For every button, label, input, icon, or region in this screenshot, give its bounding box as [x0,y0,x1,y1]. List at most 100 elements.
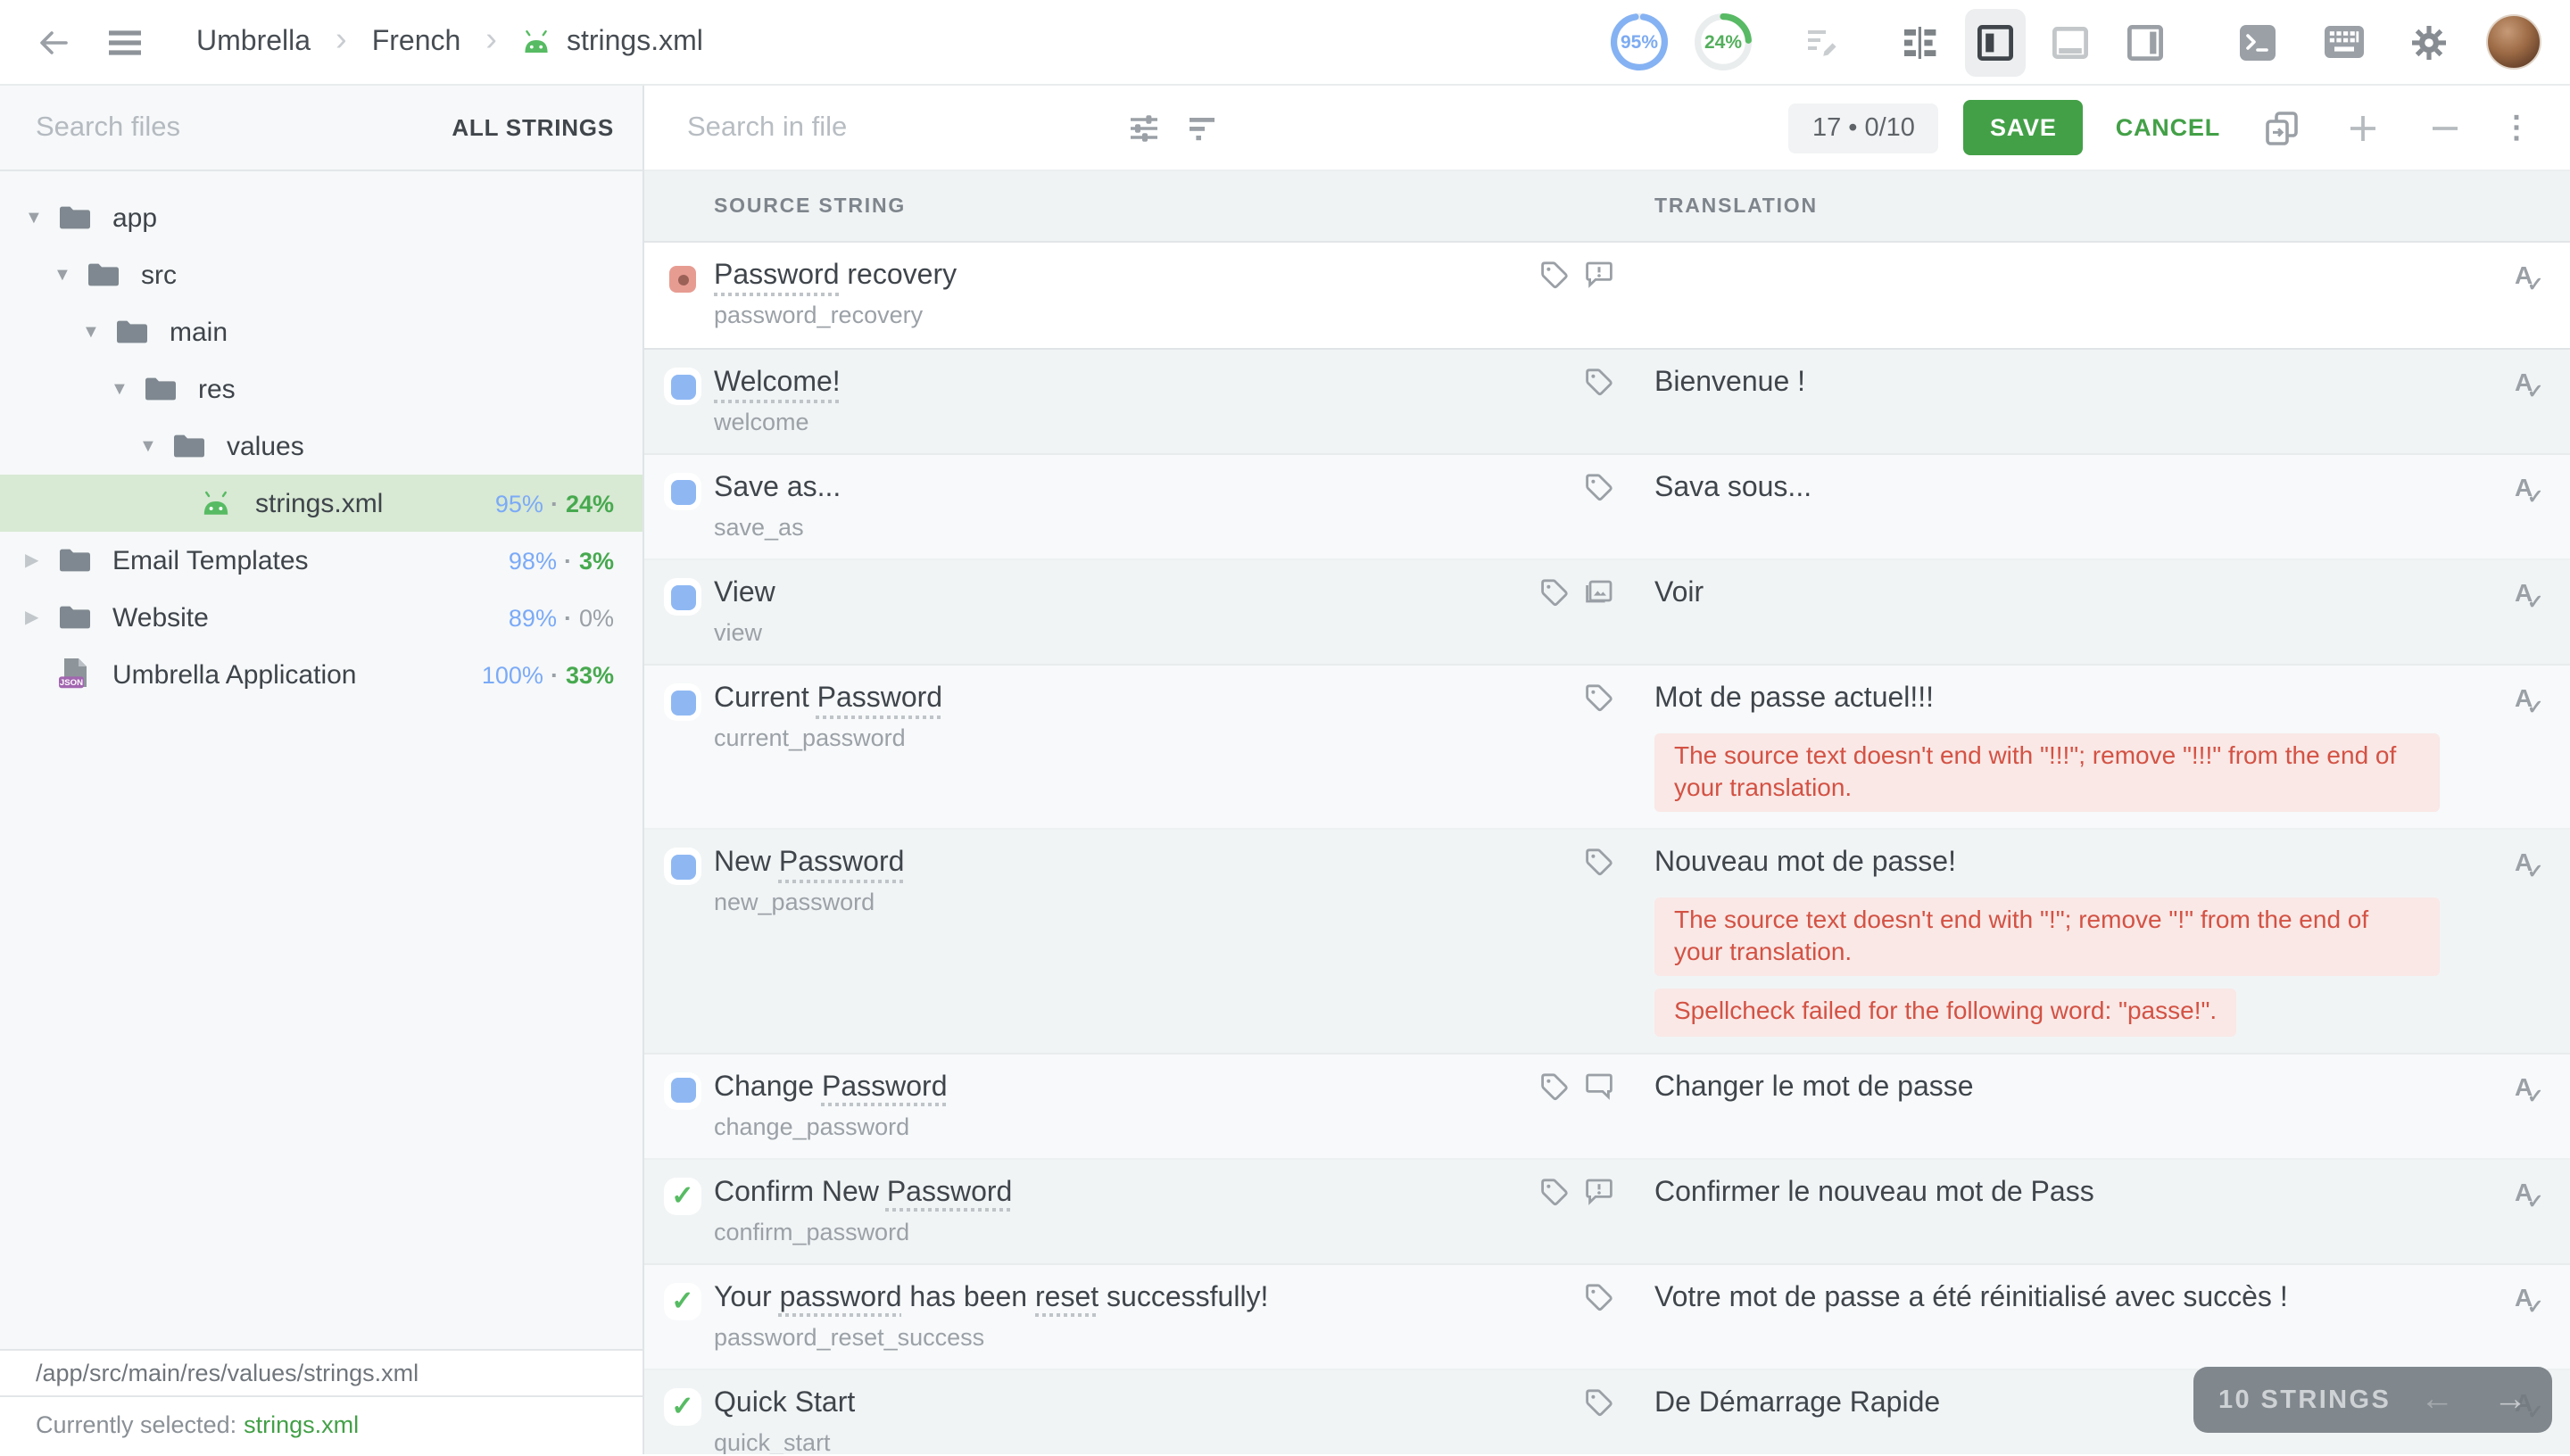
spellcheck-icon[interactable]: A✓ [2511,1071,2547,1107]
glossary-term[interactable]: Password [714,261,840,291]
view-mode-right-panel-button[interactable] [2115,8,2176,76]
glossary-term[interactable]: Password [887,1177,1013,1207]
right-panel-view-icon [2127,24,2163,60]
search-files-input[interactable] [36,112,452,144]
string-row-welcome[interactable]: Welcome! welcome Bienvenue ! A✓ [644,350,2570,455]
string-meta-icons [1476,1159,1654,1262]
next-page-button[interactable]: → [2493,1380,2527,1419]
translation-text[interactable]: Votre mot de passe a été réinitialisé av… [1654,1278,2490,1316]
console-button[interactable] [2229,13,2286,70]
translated-progress-ring[interactable]: 95% [1608,11,1670,73]
tree-item-src[interactable]: ▼src [0,246,642,303]
collapse-arrow-icon[interactable]: ▶ [25,608,57,627]
shortcuts-button[interactable] [2315,13,2372,70]
spellcheck-icon[interactable]: A✓ [2511,1177,2547,1212]
string-row-current_password[interactable]: Current Passwordcurrent_passwordMot de p… [644,666,2570,830]
search-settings-button[interactable] [1115,99,1173,156]
breadcrumb-file[interactable]: strings.xml [522,26,703,58]
string-row-new_password[interactable]: New Passwordnew_passwordNouveau mot de p… [644,830,2570,1054]
tree-item-res[interactable]: ▼res [0,360,642,418]
view-mode-bottom-panel-button[interactable] [2040,8,2101,76]
expand-arrow-icon[interactable]: ▼ [82,322,114,342]
previous-page-button[interactable]: ← [2420,1380,2454,1419]
breadcrumb-project[interactable]: Umbrella [196,26,311,58]
tree-item-app[interactable]: ▼app [0,189,642,246]
string-meta-icons [1476,1369,1654,1454]
collapse-arrow-icon[interactable]: ▶ [25,550,57,570]
expand-arrow-icon[interactable]: ▼ [139,436,171,456]
glossary-term[interactable]: Password [817,683,943,714]
string-meta-icons [1476,560,1654,664]
glossary-term[interactable]: Password [779,848,905,878]
draft-edit-button[interactable] [1794,13,1851,70]
back-button[interactable] [25,13,82,70]
translation-text[interactable]: Mot de passe actuel!!! [1654,680,2490,717]
zoom-out-button[interactable] [2417,99,2474,156]
folder-icon [86,261,121,289]
approved-progress-ring[interactable]: 24% [1692,11,1754,73]
bottom-panel-view-icon [2052,24,2088,60]
string-row-password_recovery[interactable]: Password recoverypassword_recoveryA✓ [644,243,2570,350]
view-mode-comfortable-button[interactable] [1890,8,1951,76]
source-string-text: Change Password [714,1068,1476,1105]
keyboard-icon [2323,25,2364,59]
source-string-text: Confirm New Password [714,1173,1476,1211]
filter-icon [1186,113,1216,142]
more-options-button[interactable]: ⋮ [2499,122,2534,133]
translation-text[interactable]: Nouveau mot de passe! [1654,844,2490,881]
user-avatar[interactable] [2486,14,2541,70]
tree-item-strings-xml[interactable]: strings.xml95%·24% [0,475,642,532]
settings-button[interactable] [2400,13,2458,70]
tree-item-label: main [170,317,228,347]
zoom-in-button[interactable] [2334,99,2392,156]
gear-icon [2409,22,2449,62]
expand-arrow-icon[interactable]: ▼ [25,208,57,228]
view-mode-side-by-side-button[interactable] [1965,8,2026,76]
cancel-button[interactable]: CANCEL [2109,100,2227,155]
spellcheck-icon[interactable]: A✓ [2511,1282,2547,1318]
translation-text[interactable]: Changer le mot de passe [1654,1068,2490,1105]
folder-icon [171,432,207,460]
translation-text[interactable]: Voir [1654,575,2490,612]
translation-text[interactable]: Sava sous... [1654,469,2490,507]
string-row-confirm_password[interactable]: ✓Confirm New Passwordconfirm_passwordCon… [644,1159,2570,1264]
glossary-term[interactable]: password [780,1282,902,1312]
tree-item-main[interactable]: ▼ main [0,303,642,360]
expand-arrow-icon[interactable]: ▼ [111,379,143,399]
breadcrumb-language[interactable]: French [372,26,461,58]
back-arrow-icon [36,24,71,60]
tree-item-website[interactable]: ▶Website89%·0% [0,589,642,646]
string-row-save_as[interactable]: Save as...save_asSava sous...A✓ [644,455,2570,560]
filter-strings-button[interactable] [1173,99,1230,156]
tree-item-email-templates[interactable]: ▶Email Templates98%·3% [0,532,642,589]
copy-source-button[interactable] [2252,99,2309,156]
glossary-term[interactable]: Password [822,1071,948,1102]
glossary-term[interactable]: reset [1035,1282,1098,1312]
spellcheck-icon[interactable]: A✓ [2511,578,2547,614]
tag-icon [1583,1280,1615,1312]
menu-button[interactable] [96,13,153,70]
spellcheck-icon[interactable]: A✓ [2511,848,2547,883]
search-in-file-input[interactable] [687,112,1115,144]
string-row-password_reset_success[interactable]: ✓Your password has been reset successful… [644,1264,2570,1369]
glossary-term[interactable]: Welcome! [714,368,841,398]
translation-text[interactable]: Bienvenue ! [1654,364,2490,401]
spellcheck-icon[interactable]: A✓ [2511,261,2547,296]
tree-item-label: Umbrella Application [112,659,357,690]
tree-item-label: Email Templates [112,545,309,575]
tree-item-umbrella-application[interactable]: JSONUmbrella Application100%·33% [0,646,642,703]
string-row-change_password[interactable]: Change Passwordchange_passwordChanger le… [644,1054,2570,1159]
expand-arrow-icon[interactable]: ▼ [54,265,86,285]
currently-selected-file-link[interactable]: strings.xml [244,1411,359,1438]
spellcheck-icon[interactable]: A✓ [2511,473,2547,509]
string-key: welcome [714,409,1476,437]
all-strings-button[interactable]: ALL STRINGS [452,114,614,141]
tree-item-values[interactable]: ▼ values [0,418,642,475]
string-row-view[interactable]: ViewviewVoirA✓ [644,560,2570,666]
spellcheck-icon[interactable]: A✓ [2511,368,2547,403]
translation-text[interactable] [1654,257,2490,259]
save-button[interactable]: SAVE [1963,100,2084,155]
spellcheck-icon[interactable]: A✓ [2511,683,2547,719]
translation-text[interactable]: Confirmer le nouveau mot de Pass [1654,1173,2490,1211]
tree-item-label: values [227,431,304,461]
